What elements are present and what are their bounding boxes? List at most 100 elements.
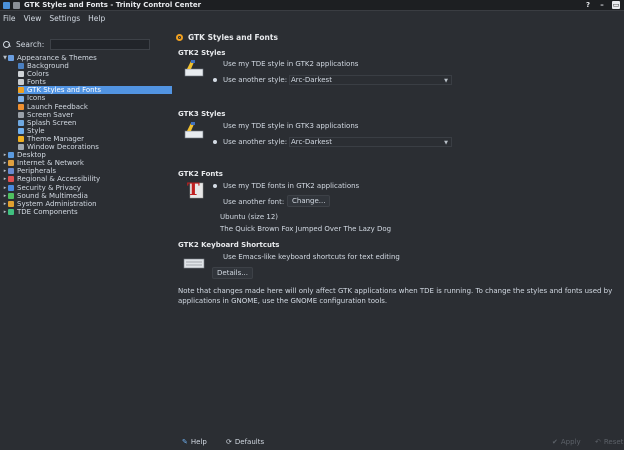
tree-item-label: Desktop (17, 151, 46, 160)
tree-item-label: Security & Privacy (17, 183, 81, 192)
gtk3-use-other-style-radio[interactable]: Use another style: (212, 138, 287, 146)
tree-item-label: Peripherals (17, 167, 57, 176)
search-input[interactable] (50, 38, 151, 50)
svg-text:T: T (187, 180, 200, 200)
help-window-button[interactable]: ? (584, 1, 592, 9)
tree-item-label: TDE Components (17, 207, 78, 216)
tree-item[interactable]: Style (2, 127, 170, 135)
style-icon (18, 127, 24, 134)
tree-item-label: Screen Saver (27, 110, 74, 119)
tree-item[interactable]: Launch Feedback (2, 103, 170, 111)
radio-label: Use my TDE style in GTK3 applications (223, 122, 359, 130)
tree-item[interactable]: Splash Screen (2, 119, 170, 127)
screen-saver-icon (18, 111, 24, 118)
combo-value: Arc-Darkest (291, 76, 332, 84)
tree-item-label: Fonts (27, 78, 46, 87)
help-button[interactable]: ✎ Help (182, 436, 207, 448)
radio-indicator (213, 184, 217, 188)
radio-label: Use another font: (223, 198, 285, 206)
page-header: GTK Styles and Fonts (176, 33, 278, 42)
font-icon: T (187, 180, 204, 200)
gtk2-fonts-title: GTK2 Fonts (178, 170, 223, 178)
background-icon (18, 63, 24, 70)
details-button[interactable]: Details... (212, 267, 253, 279)
tree-item[interactable]: ▸ Peripherals (2, 167, 170, 175)
gtk2-use-tde-style-radio[interactable]: Use my TDE style in GTK2 applications (212, 60, 358, 68)
internet-icon (8, 160, 14, 167)
gtk2-use-other-style-radio[interactable]: Use another style: (212, 76, 287, 84)
tree-item-label: Icons (27, 94, 46, 103)
tree-item[interactable]: ▸ Internet & Network (2, 159, 170, 167)
reset-label: Reset (603, 438, 624, 446)
chevron-down-icon: ▼ (444, 140, 448, 146)
desktop-icon (8, 152, 14, 159)
tree-item[interactable]: GTK Styles and Fonts (18, 86, 172, 95)
reset-icon: ↶ (595, 438, 601, 446)
tree-item[interactable]: Screen Saver (2, 111, 170, 119)
emacs-shortcuts-checkbox[interactable]: Use Emacs-like keyboard shortcuts for te… (212, 253, 400, 261)
font-name-label: Ubuntu (size 12) (220, 213, 279, 221)
brush-icon (184, 122, 204, 139)
gtk3-use-tde-style-radio[interactable]: Use my TDE style in GTK3 applications (212, 122, 358, 130)
gtk2-use-other-font-radio[interactable]: Use another font: (212, 198, 284, 206)
tree-item[interactable]: ▼ Appearance & Themes (2, 54, 170, 62)
tree-item[interactable]: Fonts (2, 78, 170, 86)
gtk2-style-combo[interactable]: Arc-Darkest ▼ (289, 75, 452, 85)
main-content: GTK Styles and Fonts GTK2 Styles Use my … (170, 25, 624, 450)
defaults-button[interactable]: ⟳ Defaults (226, 436, 264, 448)
tree-item-label: Regional & Accessibility (17, 175, 101, 184)
menu-file[interactable]: File (3, 14, 16, 23)
tde-components-icon (8, 208, 14, 215)
radio-indicator (213, 78, 217, 82)
tree-item[interactable]: Window Decorations (2, 143, 170, 151)
tree-item-label: Internet & Network (17, 159, 84, 168)
tree-item[interactable]: Colors (2, 70, 170, 78)
change-font-button[interactable]: Change... (287, 195, 331, 207)
defaults-label: Defaults (234, 438, 265, 446)
tree-item-label: System Administration (17, 199, 97, 208)
radio-label: Use my TDE fonts in GTK2 applications (223, 182, 360, 190)
tree-item[interactable]: Theme Manager (2, 135, 170, 143)
tree-item-label: Splash Screen (27, 118, 77, 127)
menu-view[interactable]: View (24, 14, 42, 23)
chevron-down-icon: ▼ (444, 78, 448, 84)
radio-label: Use my TDE style in GTK2 applications (223, 60, 359, 68)
radio-indicator (212, 199, 218, 205)
menu-help[interactable]: Help (88, 14, 105, 23)
reset-button[interactable]: ↶ Reset (595, 436, 623, 448)
maximize-button[interactable]: ▭ (612, 1, 620, 9)
gtk2-shortcuts-title: GTK2 Keyboard Shortcuts (178, 241, 280, 249)
gtk-gear-icon (176, 34, 183, 41)
security-icon (8, 184, 14, 191)
peripherals-icon (8, 168, 14, 175)
tree-item[interactable]: ▸ Regional & Accessibility (2, 175, 170, 183)
help-label: Help (190, 438, 207, 446)
sound-icon (8, 192, 14, 199)
search-row: Search: (2, 37, 170, 51)
tree-item[interactable]: ▸ System Administration (2, 200, 170, 208)
tree-item[interactable]: ▸ TDE Components (2, 208, 170, 216)
theme-manager-icon (18, 135, 24, 142)
gtk2-styles-title: GTK2 Styles (178, 49, 226, 57)
tree-item[interactable]: ▸ Sound & Multimedia (2, 192, 170, 200)
tree-item[interactable]: Background (2, 62, 170, 70)
system-admin-icon (8, 200, 14, 207)
keyboard-icon (183, 258, 205, 269)
menu-settings[interactable]: Settings (49, 14, 80, 23)
app-icon[interactable] (3, 1, 10, 9)
apply-button[interactable]: ✔ Apply (552, 436, 581, 448)
tree-item[interactable]: ▸ Desktop (2, 151, 170, 159)
window-menu-icon[interactable] (13, 1, 20, 9)
apply-label: Apply (560, 438, 581, 446)
page-title: GTK Styles and Fonts (188, 33, 278, 42)
gtk2-use-tde-fonts-radio[interactable]: Use my TDE fonts in GTK2 applications (212, 182, 359, 190)
launch-feedback-icon (18, 103, 24, 110)
checkmark-icon: ✔ (552, 438, 558, 446)
tree-item[interactable]: ▸ Security & Privacy (2, 184, 170, 192)
gtk3-style-combo[interactable]: Arc-Darkest ▼ (289, 137, 452, 147)
radio-indicator (212, 61, 218, 67)
search-icon (3, 40, 12, 48)
defaults-icon: ⟳ (226, 438, 232, 446)
minimize-button[interactable]: – (598, 1, 606, 9)
tree-item[interactable]: Icons (2, 94, 170, 102)
